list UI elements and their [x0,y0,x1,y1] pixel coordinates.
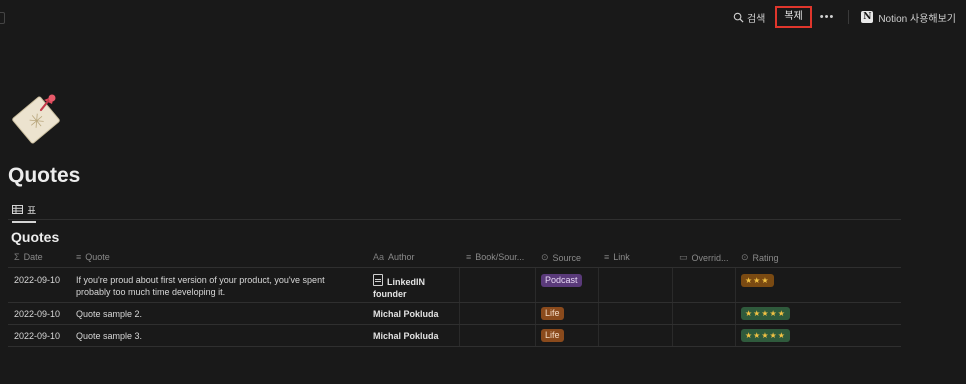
formula-icon: Σ [14,252,20,262]
column-label: Date [23,252,43,262]
column-header-source[interactable]: ⊙ Source [541,252,581,263]
column-divider [735,303,736,324]
column-divider [672,268,673,302]
title-icon: Aa [373,252,385,262]
column-divider [598,268,599,302]
column-divider [672,303,673,324]
page-icon [373,274,383,286]
cell-author[interactable]: LinkedIN founder [373,274,425,300]
top-bar: 검색 복제 ••• N Notion 사용해보기 [0,0,966,32]
select-icon: ⊙ [741,252,749,262]
try-notion-label: Notion 사용해보기 [878,13,956,25]
column-label: Source [552,252,582,263]
table-row[interactable]: 2022-09-10 If you're proud about first v… [8,268,901,303]
text-icon: ≡ [604,252,610,262]
cell-rating[interactable]: ★★★ [741,274,774,287]
cell-author[interactable]: Michal Pokluda [373,308,439,320]
source-tag: Life [541,307,564,320]
column-header-override[interactable]: ▭ Overrid... [679,252,729,263]
column-label: Author [388,252,415,262]
column-divider [672,325,673,346]
column-divider [598,303,599,324]
page-title: Quotes [8,164,81,187]
database-title[interactable]: Quotes [11,229,59,245]
quote-line: probably too much time developing it. [76,287,226,297]
cell-quote[interactable]: If you're proud about first version of y… [76,274,325,298]
cell-author[interactable]: Michal Pokluda [373,330,439,342]
divider [848,10,850,24]
quote-line: If you're proud about first version of y… [76,275,325,285]
source-tag: Podcast [541,274,582,287]
cell-rating[interactable]: ★★★★★ [741,329,790,342]
cell-quote[interactable]: Quote sample 3. [76,330,142,342]
rating-tag: ★★★ [741,274,774,287]
search-label: 검색 [746,13,766,25]
source-tag: Life [541,329,564,342]
view-tabs: 표 [8,200,901,223]
duplicate-button[interactable]: 복제 [775,6,812,28]
more-options-button[interactable]: ••• [818,11,837,23]
author-line: LinkedIN [373,274,425,288]
tab-table-label: 표 [27,206,37,217]
column-divider [535,303,536,324]
table-icon [12,205,23,214]
column-label: Overrid... [691,252,729,263]
cell-date[interactable]: 2022-09-10 [14,274,60,286]
search-button[interactable]: 검색 [729,8,769,27]
memo-pin-icon[interactable] [8,90,64,146]
try-notion-button[interactable]: N Notion 사용해보기 [861,10,956,25]
search-icon [733,12,744,23]
notion-logo-icon: N [861,11,874,23]
cell-source[interactable]: Life [541,329,564,342]
column-label: Rating [752,252,779,263]
column-header-rating[interactable]: ⊙ Rating [741,252,779,263]
column-divider [735,268,736,302]
cell-date[interactable]: 2022-09-10 [14,330,60,342]
column-divider [535,268,536,302]
column-divider [459,268,460,302]
sidebar-toggle-handle[interactable] [0,12,5,24]
column-header-quote[interactable]: ≡ Quote [76,252,110,262]
column-divider [735,325,736,346]
column-header-date[interactable]: Σ Date [14,252,43,262]
column-divider [459,303,460,324]
column-header-book-source[interactable]: ≡ Book/Sour... [466,252,524,262]
rating-tag: ★★★★★ [741,329,790,342]
table-row[interactable]: 2022-09-10 Quote sample 2. Michal Poklud… [8,303,901,325]
table-row[interactable]: 2022-09-10 Quote sample 3. Michal Poklud… [8,325,901,347]
cell-quote[interactable]: Quote sample 2. [76,308,142,320]
author-text: LinkedIN [387,277,426,287]
column-divider [459,325,460,346]
cell-source[interactable]: Life [541,307,564,320]
tab-table-view[interactable]: 표 [12,202,37,223]
quotes-table: Σ Date ≡ Quote Aa Author ≡ Book/Sour... … [8,248,901,347]
table-header: Σ Date ≡ Quote Aa Author ≡ Book/Sour... … [8,248,901,268]
author-line: founder [373,289,407,299]
select-icon: ⊙ [541,252,549,262]
column-label: Book/Sour... [475,252,525,262]
column-divider [598,325,599,346]
cell-rating[interactable]: ★★★★★ [741,307,790,320]
text-icon: ≡ [76,252,82,262]
column-header-author[interactable]: Aa Author [373,252,415,262]
date-icon: ▭ [679,252,688,262]
column-label: Quote [85,252,110,262]
rating-tag: ★★★★★ [741,307,790,320]
column-label: Link [613,252,630,262]
top-bar-actions: 검색 복제 ••• N Notion 사용해보기 [729,6,956,28]
column-divider [535,325,536,346]
cell-date[interactable]: 2022-09-10 [14,308,60,320]
cell-source[interactable]: Podcast [541,274,582,287]
column-header-link[interactable]: ≡ Link [604,252,630,262]
text-icon: ≡ [466,252,472,262]
